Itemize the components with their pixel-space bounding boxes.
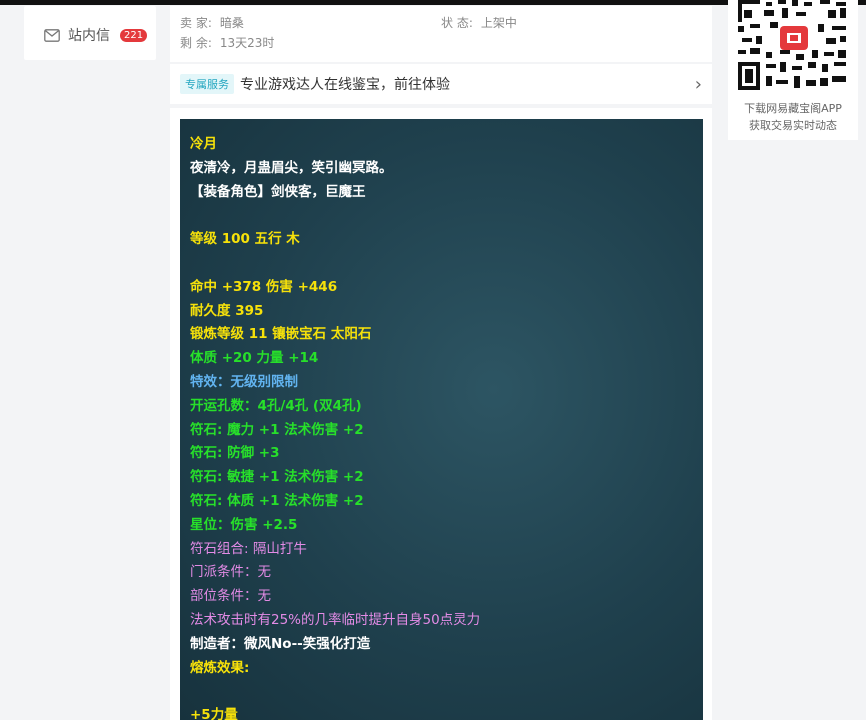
equipment-line: [190, 680, 480, 704]
banner-text: 专业游戏达人在线鉴宝，前往体验: [240, 77, 450, 93]
status-row: 状 态: 上架中: [441, 14, 517, 31]
equipment-line: 体质 +20 力量 +14: [190, 350, 319, 367]
equipment-line: +5力量: [190, 707, 238, 720]
seller-value: 暗桑: [219, 16, 244, 30]
exclusive-service-tag: 专属服务: [180, 74, 234, 94]
equipment-line: 符石: 防御 +3: [190, 445, 280, 462]
equipment-line: 星位：伤害 +2.5: [190, 516, 298, 533]
equipment-line: 符石: 体质 +1 法术伤害 +2: [190, 492, 364, 509]
equipment-line: 熔炼效果:: [190, 659, 250, 676]
nav-item-messages[interactable]: 站内信 221: [44, 25, 148, 45]
remaining-label: 剩 余:: [180, 36, 212, 50]
unread-count-badge: 221: [120, 28, 148, 42]
equipment-lines: 冷月夜清冷，月蛊眉尖，笑引幽冥路。 【装备角色】剑侠客，巨魔王 等级 100 五行 …: [190, 133, 480, 720]
qr-caption-line2: 获取交易实时动态: [749, 119, 837, 132]
status-label: 状 态:: [441, 16, 473, 30]
equipment-line: 开运孔数：4孔/4孔 (双4孔): [190, 397, 362, 414]
equipment-line: 锻炼等级 11 镶嵌宝石 太阳石: [190, 326, 372, 343]
side-nav-card: 站内信 221: [24, 6, 156, 60]
appraisal-service-banner[interactable]: 专属服务 专业游戏达人在线鉴宝，前往体验 ›: [170, 64, 712, 104]
equipment-description-panel: 冷月夜清冷，月蛊眉尖，笑引幽冥路。 【装备角色】剑侠客，巨魔王 等级 100 五行 …: [180, 119, 703, 720]
equipment-line: 法术攻击时有25%的几率临时提升自身50点灵力: [190, 611, 481, 628]
equipment-line: 等级 100 五行 木: [190, 231, 300, 248]
seller-label: 卖 家:: [180, 16, 212, 30]
remaining-row: 剩 余: 13天23时: [180, 34, 274, 51]
equipment-line: 【装备角色】剑侠客，巨魔王: [190, 183, 366, 200]
qr-caption-line1: 下载网易藏宝阁APP: [744, 102, 842, 115]
equipment-line: 冷月: [190, 136, 217, 152]
seller-info-card: 卖 家: 暗桑 剩 余: 13天23时 状 态: 上架中: [170, 6, 712, 62]
equipment-line: 耐久度 395: [190, 302, 264, 319]
equipment-line: 命中 +378 伤害 +446: [190, 278, 338, 295]
mail-icon: [44, 28, 60, 42]
equipment-line: 夜清冷，月蛊眉尖，笑引幽冥路。: [190, 159, 393, 176]
equipment-line: 部位条件：无: [190, 588, 271, 605]
remaining-value: 13天23时: [219, 36, 275, 50]
equipment-line: 制造者：微风No--笑强化打造: [190, 635, 371, 652]
status-value: 上架中: [480, 16, 517, 30]
equipment-line: 符石组合: 隔山打牛: [190, 540, 307, 557]
equipment-line: 符石: 敏捷 +1 法术伤害 +2: [190, 469, 364, 486]
equipment-line: 门派条件：无: [190, 564, 271, 581]
equipment-line: [190, 204, 480, 228]
equipment-line: 符石: 魔力 +1 法术伤害 +2: [190, 421, 364, 438]
nav-messages-label: 站内信: [68, 28, 110, 44]
chevron-right-icon: ›: [694, 74, 702, 95]
seller-row: 卖 家: 暗桑: [180, 14, 244, 31]
app-download-card: 下载网易藏宝阁APP 获取交易实时动态: [728, 0, 858, 140]
qr-code: [736, 0, 850, 92]
equipment-line: [190, 252, 480, 276]
equipment-line: 特效：无级别限制: [190, 373, 298, 390]
